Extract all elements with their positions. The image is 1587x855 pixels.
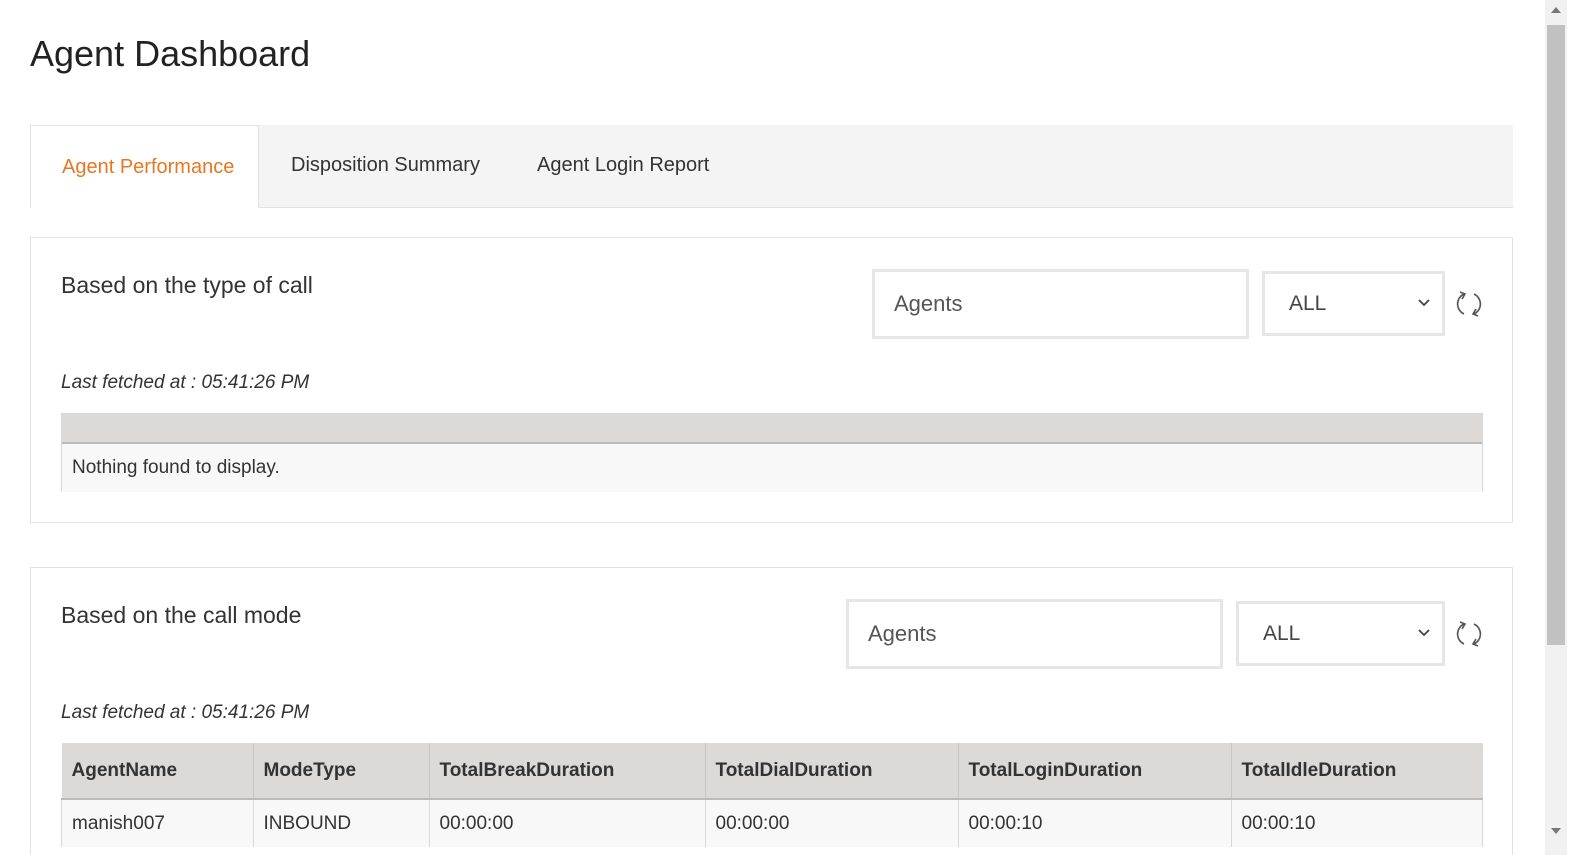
tab-agent-performance[interactable]: Agent Performance — [30, 125, 259, 208]
select-value: ALL — [1263, 622, 1301, 645]
empty-table: Nothing found to display. — [61, 413, 1483, 492]
column-header[interactable]: TotalIdleDuration — [1231, 743, 1483, 800]
column-header[interactable]: TotalDialDuration — [705, 743, 959, 800]
table-cell: 00:00:10 — [957, 799, 1232, 847]
call-mode-table: AgentName ModeType TotalBreakDuration To… — [61, 743, 1483, 847]
tab-bar: Agent Performance Disposition Summary Ag… — [30, 125, 1513, 208]
column-header[interactable]: TotalLoginDuration — [958, 743, 1232, 800]
table-cell: 00:00:00 — [428, 799, 706, 847]
last-fetched-text: Last fetched at : 05:41:26 PM — [61, 702, 310, 723]
table-row: manish007 INBOUND 00:00:00 00:00:00 00:0… — [61, 799, 1483, 847]
refresh-icon[interactable] — [1454, 289, 1484, 319]
chevron-down-icon — [1418, 629, 1430, 637]
empty-message: Nothing found to display. — [62, 444, 1482, 492]
select-value: ALL — [1289, 292, 1327, 315]
panel-call-type: Based on the type of call ALL Last fetch… — [30, 237, 1513, 523]
agents-search-input[interactable] — [872, 269, 1249, 339]
page-title: Agent Dashboard — [30, 33, 311, 74]
vertical-scrollbar[interactable] — [1545, 0, 1567, 855]
call-mode-filter-select[interactable]: ALL — [1236, 601, 1445, 666]
table-cell: INBOUND — [252, 799, 430, 847]
tab-disposition-summary[interactable]: Disposition Summary — [291, 125, 511, 207]
last-fetched-text: Last fetched at : 05:41:26 PM — [61, 372, 310, 393]
table-header — [62, 414, 1482, 444]
column-header[interactable]: TotalBreakDuration — [429, 743, 706, 800]
table-header-row: AgentName ModeType TotalBreakDuration To… — [61, 743, 1483, 800]
refresh-icon[interactable] — [1454, 619, 1484, 649]
scrollbar-thumb[interactable] — [1547, 25, 1565, 645]
panel-title: Based on the call mode — [61, 602, 302, 628]
panel-title: Based on the type of call — [61, 272, 313, 298]
agents-search-input[interactable] — [846, 599, 1223, 669]
table-cell: manish007 — [61, 799, 254, 847]
scroll-down-arrow-icon[interactable] — [1551, 828, 1561, 834]
table-cell: 00:00:10 — [1230, 799, 1483, 847]
call-type-filter-select[interactable]: ALL — [1262, 271, 1445, 336]
column-header[interactable]: AgentName — [61, 743, 254, 800]
scroll-up-arrow-icon[interactable] — [1551, 7, 1561, 13]
panel-call-mode: Based on the call mode ALL Last fetched … — [30, 567, 1513, 855]
chevron-down-icon — [1418, 299, 1430, 307]
tab-agent-login-report[interactable]: Agent Login Report — [537, 125, 737, 207]
column-header[interactable]: ModeType — [253, 743, 430, 800]
table-cell: 00:00:00 — [704, 799, 959, 847]
page: Agent Dashboard Agent Performance Dispos… — [0, 0, 1545, 855]
